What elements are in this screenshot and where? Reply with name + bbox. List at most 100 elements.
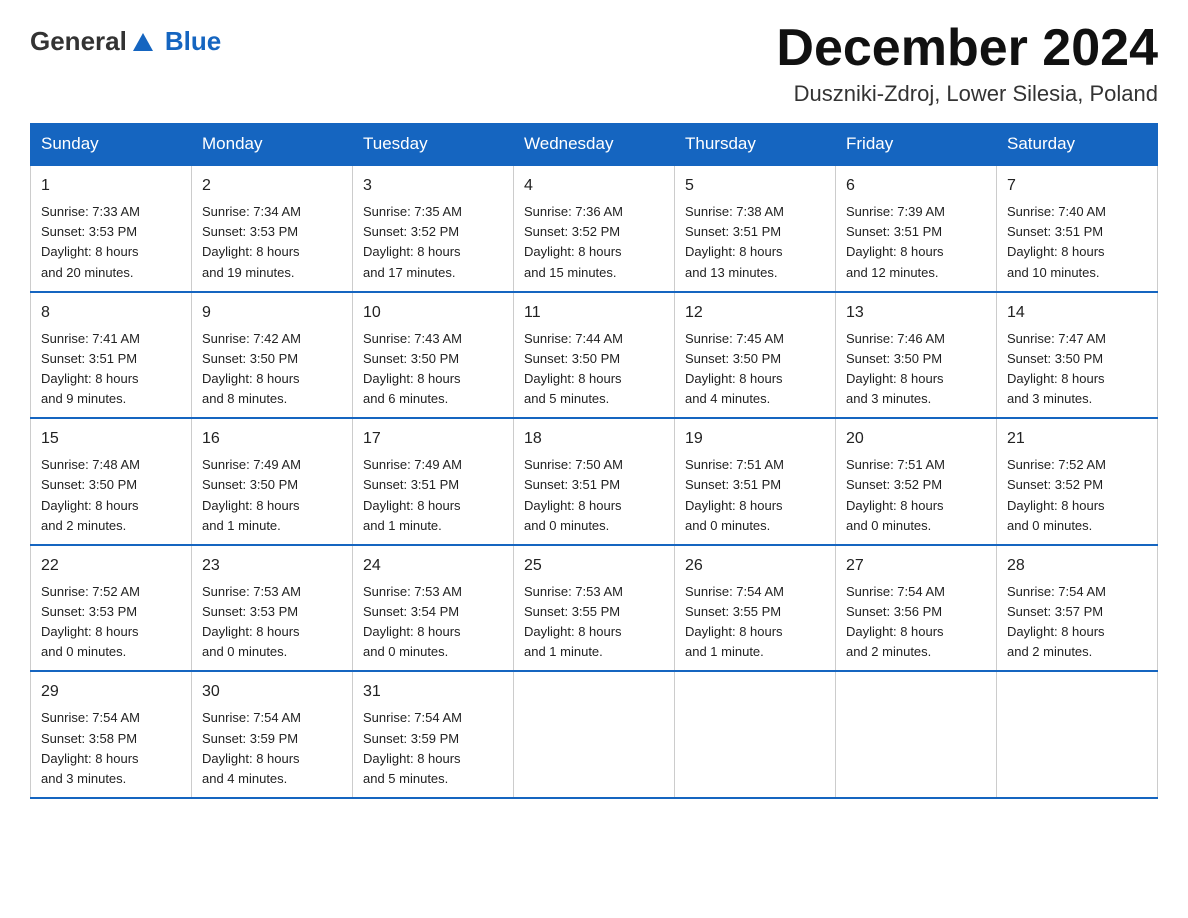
calendar-cell: 31 Sunrise: 7:54 AM Sunset: 3:59 PM Dayl… [353, 671, 514, 798]
calendar-cell: 18 Sunrise: 7:50 AM Sunset: 3:51 PM Dayl… [514, 418, 675, 545]
logo: General Blue [30, 28, 221, 54]
day-number: 3 [363, 174, 503, 198]
calendar-cell: 13 Sunrise: 7:46 AM Sunset: 3:50 PM Dayl… [836, 292, 997, 419]
calendar-cell: 5 Sunrise: 7:38 AM Sunset: 3:51 PM Dayli… [675, 165, 836, 292]
day-info: Sunrise: 7:44 AM Sunset: 3:50 PM Dayligh… [524, 331, 623, 406]
col-sunday: Sunday [31, 124, 192, 166]
day-number: 24 [363, 554, 503, 578]
day-number: 13 [846, 301, 986, 325]
day-info: Sunrise: 7:49 AM Sunset: 3:51 PM Dayligh… [363, 457, 462, 532]
day-info: Sunrise: 7:46 AM Sunset: 3:50 PM Dayligh… [846, 331, 945, 406]
day-number: 11 [524, 301, 664, 325]
calendar-cell: 11 Sunrise: 7:44 AM Sunset: 3:50 PM Dayl… [514, 292, 675, 419]
day-info: Sunrise: 7:53 AM Sunset: 3:53 PM Dayligh… [202, 584, 301, 659]
day-number: 9 [202, 301, 342, 325]
day-number: 22 [41, 554, 181, 578]
day-number: 30 [202, 680, 342, 704]
calendar-cell: 27 Sunrise: 7:54 AM Sunset: 3:56 PM Dayl… [836, 545, 997, 672]
day-number: 15 [41, 427, 181, 451]
calendar-cell: 19 Sunrise: 7:51 AM Sunset: 3:51 PM Dayl… [675, 418, 836, 545]
day-info: Sunrise: 7:47 AM Sunset: 3:50 PM Dayligh… [1007, 331, 1106, 406]
month-title: December 2024 [776, 20, 1158, 77]
logo-text: General [30, 28, 127, 54]
day-info: Sunrise: 7:51 AM Sunset: 3:51 PM Dayligh… [685, 457, 784, 532]
day-number: 17 [363, 427, 503, 451]
col-wednesday: Wednesday [514, 124, 675, 166]
day-number: 2 [202, 174, 342, 198]
location-subtitle: Duszniki-Zdroj, Lower Silesia, Poland [776, 81, 1158, 107]
calendar-cell: 26 Sunrise: 7:54 AM Sunset: 3:55 PM Dayl… [675, 545, 836, 672]
day-info: Sunrise: 7:48 AM Sunset: 3:50 PM Dayligh… [41, 457, 140, 532]
day-number: 4 [524, 174, 664, 198]
calendar-cell: 20 Sunrise: 7:51 AM Sunset: 3:52 PM Dayl… [836, 418, 997, 545]
day-number: 20 [846, 427, 986, 451]
day-info: Sunrise: 7:42 AM Sunset: 3:50 PM Dayligh… [202, 331, 301, 406]
logo-triangle-icon [133, 33, 153, 51]
day-info: Sunrise: 7:54 AM Sunset: 3:59 PM Dayligh… [202, 710, 301, 785]
calendar-cell [997, 671, 1158, 798]
day-info: Sunrise: 7:41 AM Sunset: 3:51 PM Dayligh… [41, 331, 140, 406]
calendar-cell: 23 Sunrise: 7:53 AM Sunset: 3:53 PM Dayl… [192, 545, 353, 672]
day-info: Sunrise: 7:35 AM Sunset: 3:52 PM Dayligh… [363, 204, 462, 279]
week-row-1: 1 Sunrise: 7:33 AM Sunset: 3:53 PM Dayli… [31, 165, 1158, 292]
day-info: Sunrise: 7:49 AM Sunset: 3:50 PM Dayligh… [202, 457, 301, 532]
calendar-cell: 10 Sunrise: 7:43 AM Sunset: 3:50 PM Dayl… [353, 292, 514, 419]
calendar-cell: 28 Sunrise: 7:54 AM Sunset: 3:57 PM Dayl… [997, 545, 1158, 672]
day-number: 7 [1007, 174, 1147, 198]
day-number: 12 [685, 301, 825, 325]
calendar-cell: 29 Sunrise: 7:54 AM Sunset: 3:58 PM Dayl… [31, 671, 192, 798]
day-info: Sunrise: 7:53 AM Sunset: 3:55 PM Dayligh… [524, 584, 623, 659]
day-number: 26 [685, 554, 825, 578]
day-info: Sunrise: 7:50 AM Sunset: 3:51 PM Dayligh… [524, 457, 623, 532]
day-number: 18 [524, 427, 664, 451]
day-info: Sunrise: 7:54 AM Sunset: 3:56 PM Dayligh… [846, 584, 945, 659]
logo-blue-text: Blue [165, 28, 221, 54]
day-info: Sunrise: 7:43 AM Sunset: 3:50 PM Dayligh… [363, 331, 462, 406]
day-info: Sunrise: 7:54 AM Sunset: 3:58 PM Dayligh… [41, 710, 140, 785]
day-number: 31 [363, 680, 503, 704]
calendar-cell [514, 671, 675, 798]
col-thursday: Thursday [675, 124, 836, 166]
calendar-cell: 17 Sunrise: 7:49 AM Sunset: 3:51 PM Dayl… [353, 418, 514, 545]
day-number: 23 [202, 554, 342, 578]
calendar-cell: 25 Sunrise: 7:53 AM Sunset: 3:55 PM Dayl… [514, 545, 675, 672]
calendar-cell: 24 Sunrise: 7:53 AM Sunset: 3:54 PM Dayl… [353, 545, 514, 672]
day-info: Sunrise: 7:34 AM Sunset: 3:53 PM Dayligh… [202, 204, 301, 279]
week-row-2: 8 Sunrise: 7:41 AM Sunset: 3:51 PM Dayli… [31, 292, 1158, 419]
day-number: 28 [1007, 554, 1147, 578]
day-number: 6 [846, 174, 986, 198]
calendar-cell: 3 Sunrise: 7:35 AM Sunset: 3:52 PM Dayli… [353, 165, 514, 292]
day-info: Sunrise: 7:39 AM Sunset: 3:51 PM Dayligh… [846, 204, 945, 279]
calendar-cell: 4 Sunrise: 7:36 AM Sunset: 3:52 PM Dayli… [514, 165, 675, 292]
day-number: 10 [363, 301, 503, 325]
day-number: 29 [41, 680, 181, 704]
day-info: Sunrise: 7:54 AM Sunset: 3:59 PM Dayligh… [363, 710, 462, 785]
calendar-cell: 6 Sunrise: 7:39 AM Sunset: 3:51 PM Dayli… [836, 165, 997, 292]
calendar-cell [836, 671, 997, 798]
title-area: December 2024 Duszniki-Zdroj, Lower Sile… [776, 20, 1158, 107]
week-row-4: 22 Sunrise: 7:52 AM Sunset: 3:53 PM Dayl… [31, 545, 1158, 672]
day-number: 5 [685, 174, 825, 198]
day-info: Sunrise: 7:52 AM Sunset: 3:52 PM Dayligh… [1007, 457, 1106, 532]
calendar-cell: 16 Sunrise: 7:49 AM Sunset: 3:50 PM Dayl… [192, 418, 353, 545]
day-number: 14 [1007, 301, 1147, 325]
calendar-cell: 12 Sunrise: 7:45 AM Sunset: 3:50 PM Dayl… [675, 292, 836, 419]
calendar-cell: 30 Sunrise: 7:54 AM Sunset: 3:59 PM Dayl… [192, 671, 353, 798]
day-number: 21 [1007, 427, 1147, 451]
calendar-header-row: Sunday Monday Tuesday Wednesday Thursday… [31, 124, 1158, 166]
col-saturday: Saturday [997, 124, 1158, 166]
day-info: Sunrise: 7:51 AM Sunset: 3:52 PM Dayligh… [846, 457, 945, 532]
col-tuesday: Tuesday [353, 124, 514, 166]
day-info: Sunrise: 7:33 AM Sunset: 3:53 PM Dayligh… [41, 204, 140, 279]
col-monday: Monday [192, 124, 353, 166]
calendar-table: Sunday Monday Tuesday Wednesday Thursday… [30, 123, 1158, 799]
day-info: Sunrise: 7:36 AM Sunset: 3:52 PM Dayligh… [524, 204, 623, 279]
day-number: 1 [41, 174, 181, 198]
day-number: 27 [846, 554, 986, 578]
calendar-cell: 7 Sunrise: 7:40 AM Sunset: 3:51 PM Dayli… [997, 165, 1158, 292]
calendar-cell: 2 Sunrise: 7:34 AM Sunset: 3:53 PM Dayli… [192, 165, 353, 292]
calendar-cell: 9 Sunrise: 7:42 AM Sunset: 3:50 PM Dayli… [192, 292, 353, 419]
day-number: 16 [202, 427, 342, 451]
week-row-3: 15 Sunrise: 7:48 AM Sunset: 3:50 PM Dayl… [31, 418, 1158, 545]
day-info: Sunrise: 7:52 AM Sunset: 3:53 PM Dayligh… [41, 584, 140, 659]
